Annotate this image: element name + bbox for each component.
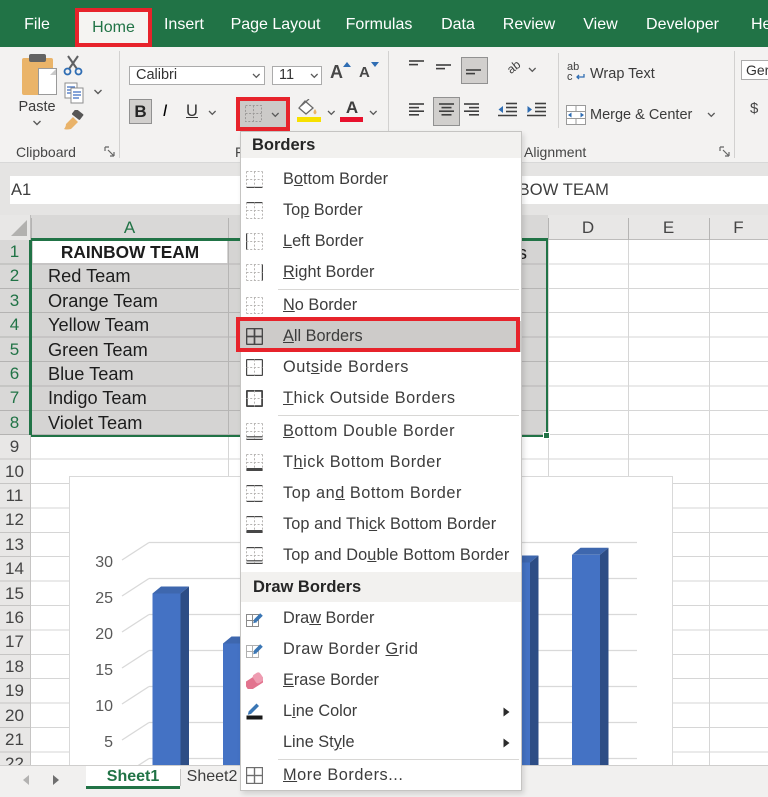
svg-text:10: 10 <box>95 698 113 715</box>
svg-text:20: 20 <box>95 626 113 643</box>
svg-text:15: 15 <box>95 662 113 679</box>
svg-text:25: 25 <box>95 590 113 607</box>
svg-text:5: 5 <box>104 734 113 751</box>
svg-text:30: 30 <box>95 554 113 571</box>
